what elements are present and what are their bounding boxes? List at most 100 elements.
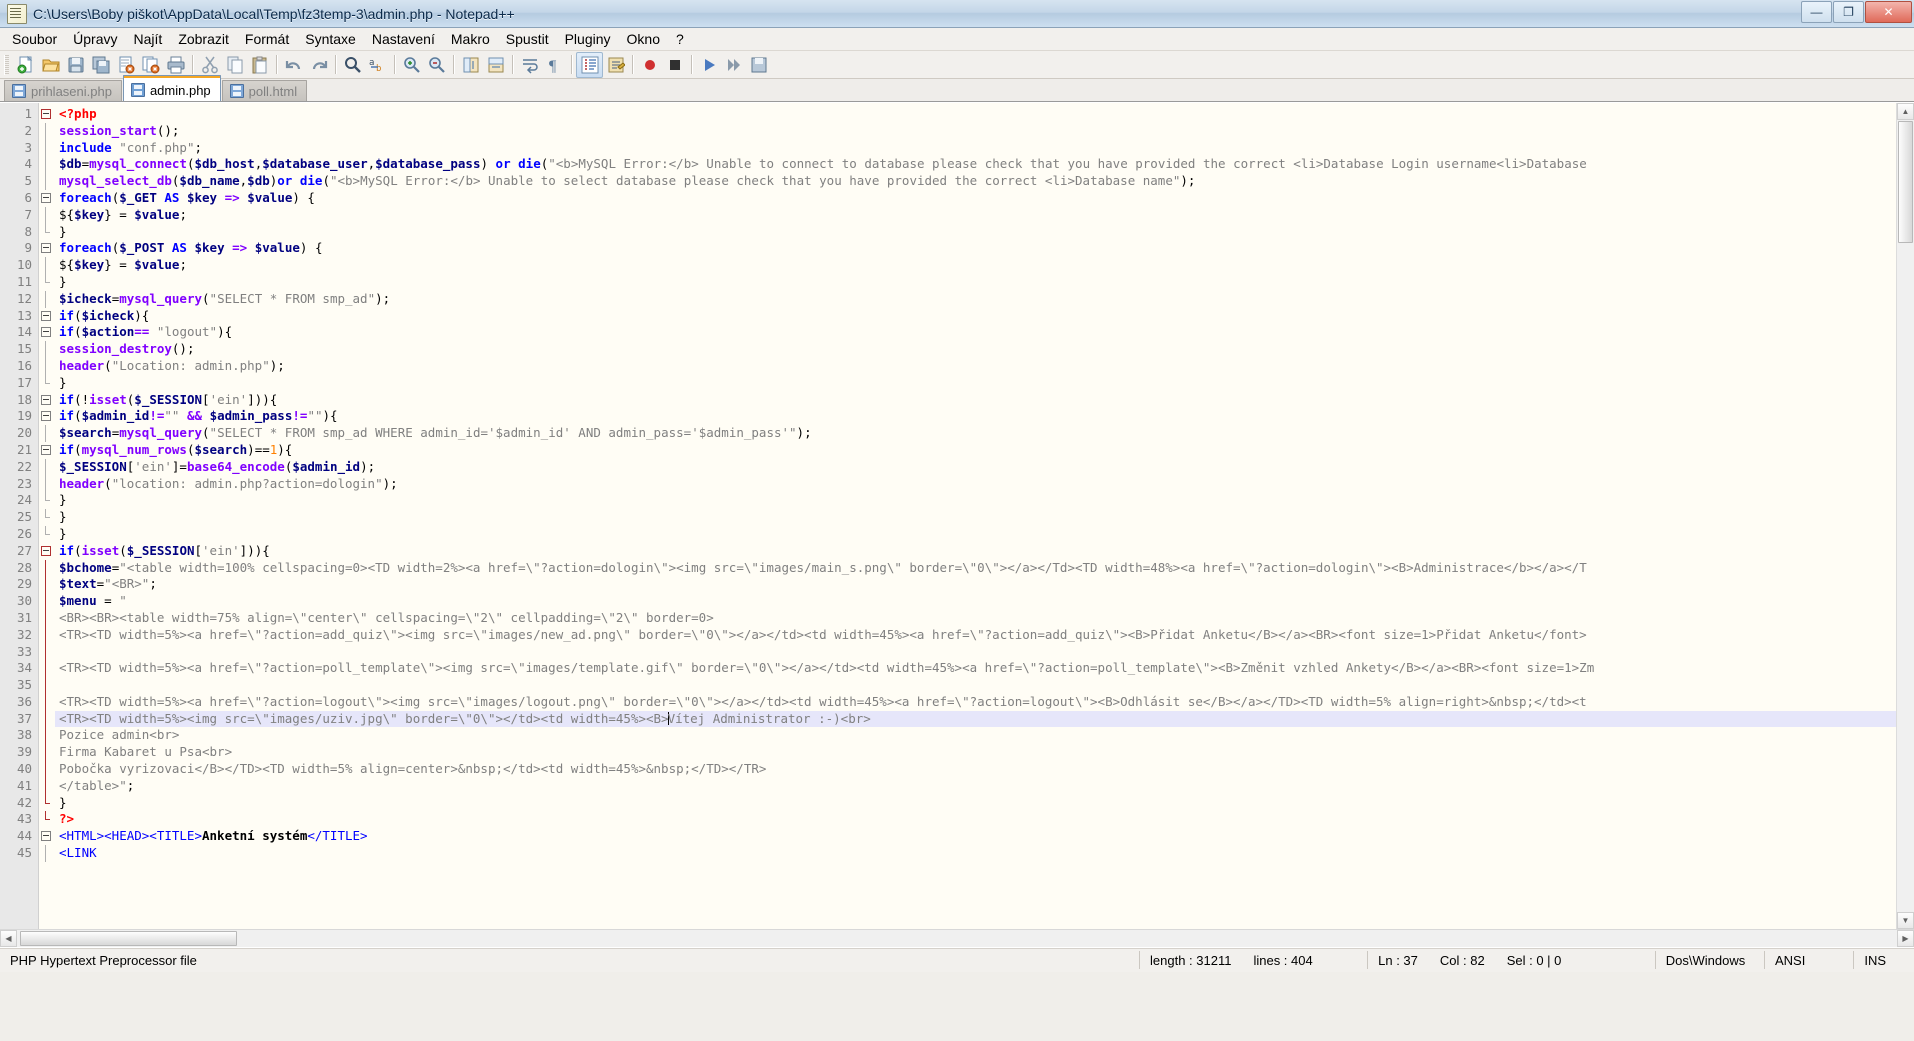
redo-icon[interactable] (306, 53, 331, 77)
fold-marker[interactable] (39, 139, 55, 157)
fold-marker[interactable] (39, 828, 55, 845)
code-line[interactable]: ${$key} = $value; (55, 207, 1914, 224)
code-line[interactable]: if($icheck){ (55, 308, 1914, 325)
code-line[interactable]: <TR><TD width=5%><a href=\"?action=poll_… (55, 660, 1914, 677)
paste-icon[interactable] (247, 53, 272, 77)
code-line[interactable] (55, 677, 1914, 694)
close-button[interactable]: ✕ (1865, 1, 1912, 23)
code-line[interactable]: } (55, 795, 1914, 812)
menu-item-syntaxe[interactable]: Syntaxe (297, 29, 364, 49)
code-line[interactable]: if(!isset($_SESSION['ein'])){ (55, 392, 1914, 409)
scroll-down-arrow-icon[interactable]: ▼ (1897, 912, 1914, 929)
code-line[interactable]: <HTML><HEAD><TITLE>Anketní systém</TITLE… (55, 828, 1914, 845)
code-line[interactable]: </table>"; (55, 778, 1914, 795)
fold-collapse-icon[interactable] (41, 411, 51, 422)
fold-marker[interactable] (39, 525, 55, 543)
code-line[interactable]: mysql_select_db($db_name,$db)or die("<b>… (55, 173, 1914, 190)
fold-marker[interactable] (39, 777, 55, 795)
fold-marker[interactable] (39, 710, 55, 728)
code-line[interactable] (55, 644, 1914, 661)
close-all-files-icon[interactable] (138, 53, 163, 77)
fold-marker[interactable] (39, 273, 55, 291)
code-line[interactable]: session_start(); (55, 123, 1914, 140)
code-line[interactable]: $bchome="<table width=100% cellspacing=0… (55, 560, 1914, 577)
scroll-up-arrow-icon[interactable]: ▲ (1897, 103, 1914, 120)
code-line[interactable]: } (55, 509, 1914, 526)
code-line[interactable]: $text="<BR>"; (55, 576, 1914, 593)
menu-item-pluginy[interactable]: Pluginy (557, 29, 619, 49)
vertical-scrollbar[interactable]: ▲ ▼ (1896, 103, 1914, 929)
code-line[interactable]: <TR><TD width=5%><a href=\"?action=logou… (55, 694, 1914, 711)
fold-marker[interactable] (39, 509, 55, 526)
fold-marker[interactable] (39, 190, 55, 207)
record-macro-icon[interactable] (637, 53, 662, 77)
fold-collapse-icon[interactable] (41, 831, 51, 842)
fold-marker[interactable] (39, 257, 55, 274)
sync-vertical-scroll-icon[interactable] (458, 53, 483, 77)
save-macro-icon[interactable] (746, 53, 771, 77)
code-line[interactable]: if(mysql_num_rows($search)==1){ (55, 442, 1914, 459)
fold-marker[interactable] (39, 223, 55, 241)
fold-marker[interactable] (39, 593, 55, 610)
close-file-icon[interactable] (113, 53, 138, 77)
fold-marker[interactable] (39, 290, 55, 308)
fold-collapse-icon[interactable] (41, 109, 51, 119)
code-line[interactable]: session_destroy(); (55, 341, 1914, 358)
fold-marker[interactable] (39, 677, 55, 694)
menu-item-[interactable]: ? (668, 29, 692, 49)
fold-collapse-icon[interactable] (41, 310, 51, 321)
fold-marker[interactable] (39, 122, 55, 140)
vertical-scroll-thumb[interactable] (1898, 121, 1913, 243)
code-line[interactable]: } (55, 224, 1914, 241)
horizontal-scroll-thumb[interactable] (20, 931, 237, 946)
maximize-button[interactable]: ❐ (1833, 1, 1864, 23)
open-file-icon[interactable] (38, 53, 63, 77)
horizontal-scrollbar[interactable]: ◀ ▶ (0, 929, 1914, 947)
fold-marker[interactable] (39, 693, 55, 711)
code-line[interactable]: if(isset($_SESSION['ein'])){ (55, 543, 1914, 560)
code-line[interactable]: $_SESSION['ein']=base64_encode($admin_id… (55, 459, 1914, 476)
code-line[interactable]: } (55, 526, 1914, 543)
fold-collapse-icon[interactable] (41, 394, 51, 405)
code-line[interactable]: <BR><BR><table width=75% align=\"center\… (55, 610, 1914, 627)
menu-item-formt[interactable]: Formát (237, 29, 297, 49)
save-icon[interactable] (63, 53, 88, 77)
code-line[interactable]: header("Location: admin.php"); (55, 358, 1914, 375)
code-line[interactable]: include "conf.php"; (55, 140, 1914, 157)
fold-marker[interactable] (39, 811, 55, 828)
stop-recording-macro-icon[interactable] (662, 53, 687, 77)
zoom-out-icon[interactable] (424, 53, 449, 77)
fold-marker[interactable] (39, 341, 55, 358)
fold-marker[interactable] (39, 357, 55, 375)
fold-collapse-icon[interactable] (41, 444, 51, 455)
tab-prihlaseni-php[interactable]: prihlaseni.php (4, 80, 122, 101)
code-line[interactable]: <LINK (55, 845, 1914, 862)
menu-item-okno[interactable]: Okno (619, 29, 668, 49)
run-macro-multiple-icon[interactable] (721, 53, 746, 77)
code-line[interactable]: ${$key} = $value; (55, 257, 1914, 274)
code-line[interactable]: Firma Kabaret u Psa<br> (55, 744, 1914, 761)
zoom-in-icon[interactable] (399, 53, 424, 77)
fold-marker[interactable] (39, 559, 55, 577)
code-line[interactable]: Pobočka vyrizovaci</B></TD><TD width=5% … (55, 761, 1914, 778)
fold-marker[interactable] (39, 845, 55, 862)
fold-collapse-icon[interactable] (41, 545, 51, 556)
menu-item-spustit[interactable]: Spustit (498, 29, 557, 49)
replace-icon[interactable]: ab (365, 53, 390, 77)
fold-marker[interactable] (39, 240, 55, 257)
code-folding-margin[interactable] (39, 103, 55, 929)
new-file-icon[interactable] (13, 53, 38, 77)
fold-marker[interactable] (39, 609, 55, 627)
menu-item-zobrazit[interactable]: Zobrazit (170, 29, 237, 49)
fold-marker[interactable] (39, 492, 55, 509)
code-line[interactable]: if($admin_id!="" && $admin_pass!=""){ (55, 408, 1914, 425)
fold-collapse-icon[interactable] (41, 243, 51, 254)
copy-icon[interactable] (222, 53, 247, 77)
print-icon[interactable] (163, 53, 188, 77)
fold-marker[interactable] (39, 458, 55, 476)
editor-area[interactable]: 1 2 3 4 5 6 7 8 9 10 11 12 13 14 15 16 17 18 19 20 21 22 23 24 2… (0, 102, 1914, 929)
code-line[interactable]: $icheck=mysql_query("SELECT * FROM smp_a… (55, 291, 1914, 308)
code-line[interactable]: foreach($_GET AS $key => $value) { (55, 190, 1914, 207)
fold-marker[interactable] (39, 727, 55, 745)
show-all-characters-icon[interactable]: ¶ (542, 53, 567, 77)
